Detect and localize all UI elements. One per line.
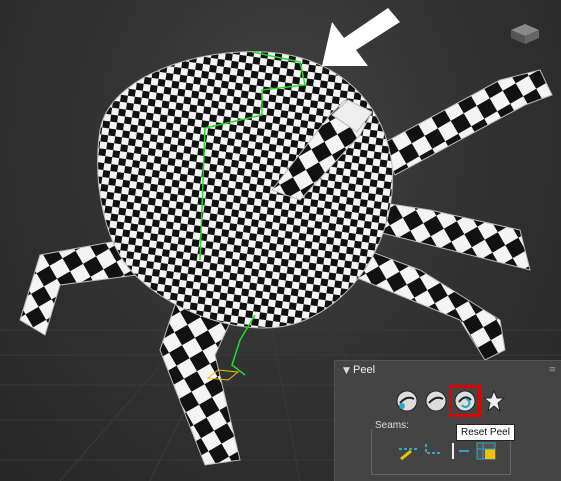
- creature-body: [97, 51, 394, 329]
- reset-peel-button[interactable]: [449, 385, 481, 417]
- point-to-point-seam-button[interactable]: [397, 441, 419, 461]
- drag-grip-icon[interactable]: ≡: [548, 365, 555, 375]
- rollout-header[interactable]: ▼ Peel ≡: [335, 361, 561, 381]
- collapse-triangle-icon[interactable]: ▼: [343, 365, 350, 377]
- expand-seam-button[interactable]: [475, 441, 497, 461]
- quick-peel-button[interactable]: [395, 389, 419, 413]
- viewcube-icon[interactable]: [505, 18, 545, 48]
- white-arrow-icon: [322, 8, 400, 66]
- rollout-title: Peel: [353, 364, 376, 376]
- creature-arm: [379, 69, 553, 176]
- edit-seams-button[interactable]: [423, 441, 445, 461]
- peel-button[interactable]: [424, 389, 448, 413]
- edge-to-seam-button[interactable]: [449, 441, 471, 461]
- peel-rollout-panel: ▼ Peel ≡ Seams:: [334, 360, 561, 481]
- reset-peel-tooltip: Reset Peel: [456, 424, 515, 441]
- pin-button[interactable]: [482, 389, 506, 413]
